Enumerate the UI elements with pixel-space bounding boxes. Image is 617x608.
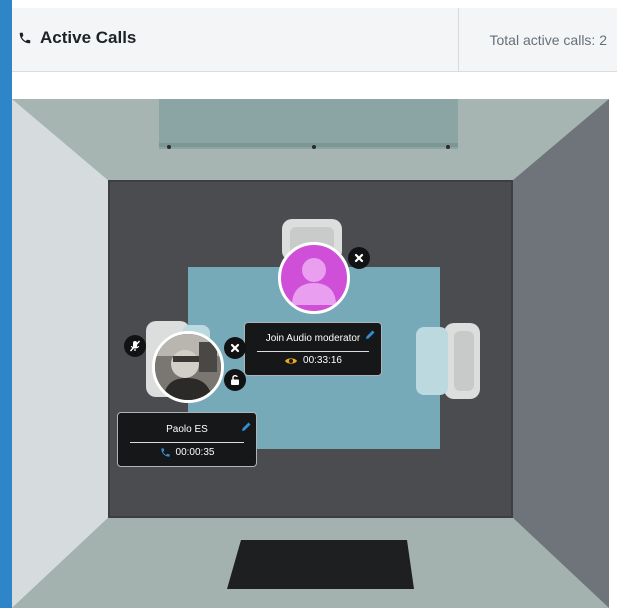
card-divider (257, 351, 369, 352)
unlock-icon (231, 375, 239, 385)
participant-card-paolo[interactable]: Paolo ES 00:00:35 (117, 412, 257, 467)
participant-avatar-moderator[interactable] (278, 242, 350, 314)
phone-icon (160, 448, 170, 457)
mute-paolo-button[interactable] (124, 335, 146, 357)
room-window (159, 99, 458, 149)
close-icon (230, 343, 240, 353)
chair-right (416, 323, 480, 399)
card-divider (130, 442, 244, 443)
header-divider (458, 8, 459, 72)
participant-avatar-paolo[interactable] (152, 331, 224, 403)
active-calls-header: Active Calls Total active calls: 2 (12, 8, 617, 72)
close-icon (354, 253, 364, 263)
phone-icon (19, 32, 31, 44)
photo-avatar (155, 334, 221, 400)
call-duration-row: 00:33:16 (245, 355, 381, 366)
call-duration-row: 00:00:35 (118, 447, 256, 458)
eye-icon (285, 357, 298, 364)
call-duration: 00:00:35 (175, 447, 215, 458)
page-title: Active Calls (40, 28, 137, 47)
total-active-calls: Total active calls: 2 (489, 32, 608, 48)
user-silhouette-icon (292, 258, 336, 305)
room-display-screen (227, 540, 414, 589)
remove-paolo-button[interactable] (224, 337, 246, 359)
left-accent-bar (0, 0, 12, 608)
participant-name: Join Audio moderator (265, 333, 361, 344)
unlock-paolo-button[interactable] (224, 369, 246, 391)
edit-paolo-pencil-icon[interactable] (240, 421, 252, 433)
participant-card-moderator[interactable]: Join Audio moderator 00:33:16 (244, 322, 382, 376)
header-title-group: Active Calls (18, 28, 136, 48)
call-duration: 00:33:16 (303, 355, 342, 366)
edit-moderator-pencil-icon[interactable] (364, 329, 376, 341)
meeting-room-view: Join Audio moderator 00:33:16 Paolo ES 0… (12, 99, 609, 608)
participant-name: Paolo ES (166, 424, 208, 435)
mic-muted-icon (129, 340, 141, 352)
remove-moderator-button[interactable] (348, 247, 370, 269)
